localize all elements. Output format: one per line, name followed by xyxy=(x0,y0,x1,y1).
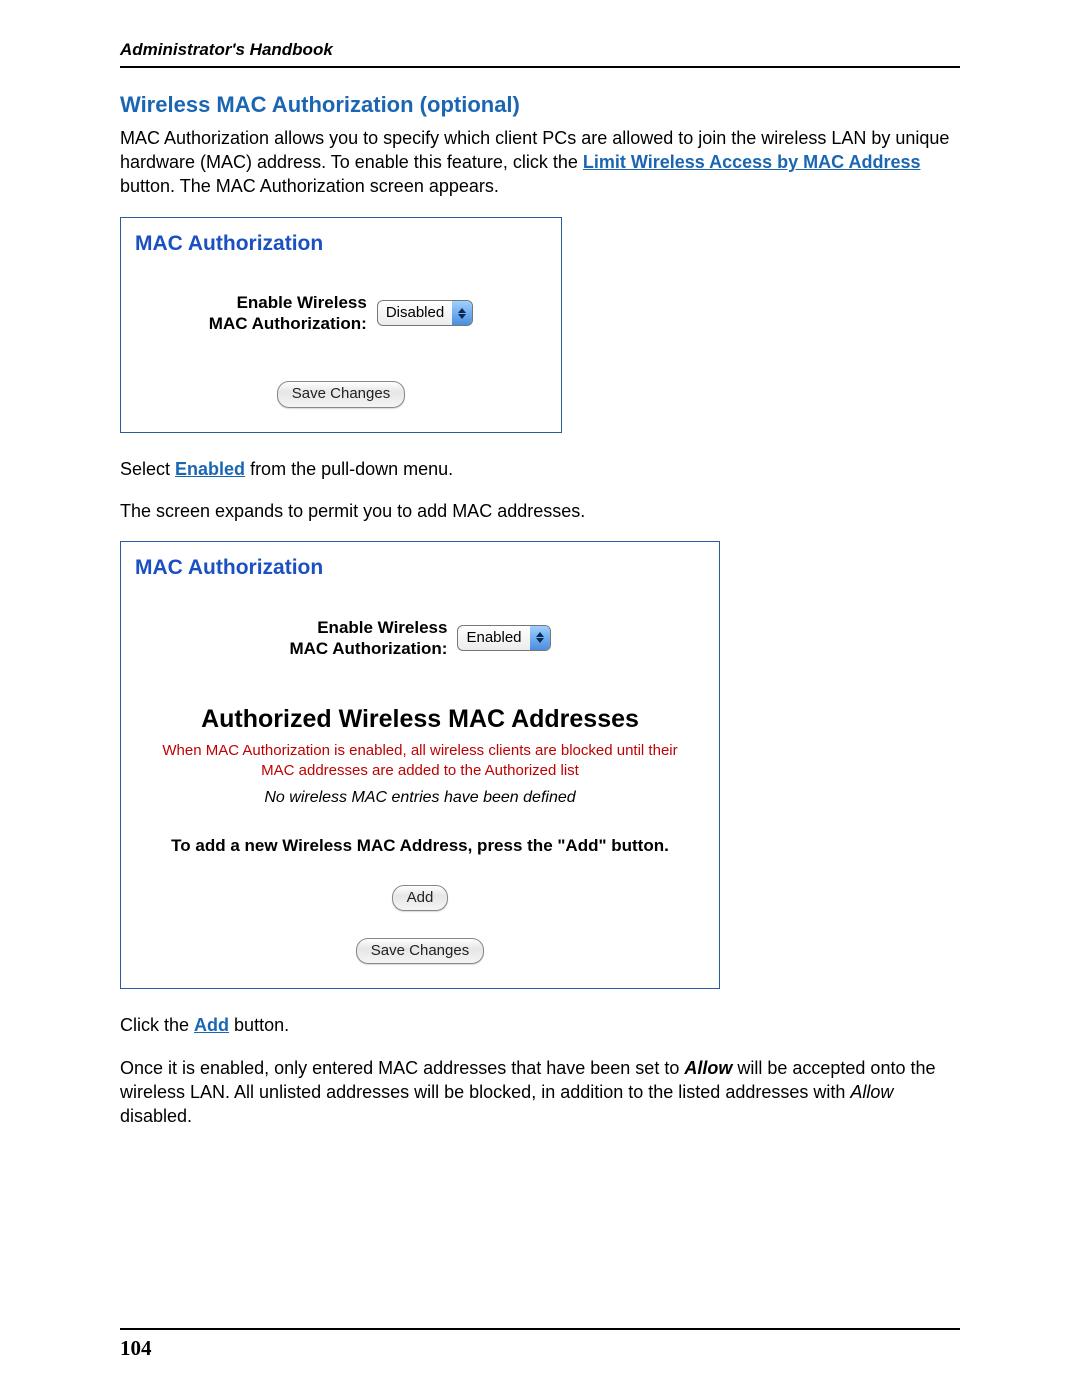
select-text-after: from the pull-down menu. xyxy=(250,459,453,479)
enable-mac-label-line1: Enable Wireless xyxy=(317,618,447,637)
page-number: 104 xyxy=(120,1336,960,1361)
dropdown-arrow-icon xyxy=(452,301,472,325)
mac-auth-panel-disabled: MAC Authorization Enable Wireless MAC Au… xyxy=(120,217,562,433)
panel-title: MAC Authorization xyxy=(135,230,547,258)
enable-mac-label: Enable Wireless MAC Authorization: xyxy=(209,292,367,335)
dropdown-arrow-icon xyxy=(530,626,550,650)
click-text-after: button. xyxy=(234,1015,289,1035)
dropdown-value: Enabled xyxy=(458,626,529,650)
select-enabled-paragraph: Select Enabled from the pull-down menu. xyxy=(120,457,960,481)
book-title: Administrator's Handbook xyxy=(120,40,960,60)
allow-italic: Allow xyxy=(850,1082,893,1102)
panel-title: MAC Authorization xyxy=(135,554,705,582)
enable-mac-label-line1: Enable Wireless xyxy=(237,293,367,312)
final-paragraph: Once it is enabled, only entered MAC add… xyxy=(120,1056,960,1129)
save-changes-button[interactable]: Save Changes xyxy=(277,381,405,407)
enable-mac-label: Enable Wireless MAC Authorization: xyxy=(289,617,447,660)
add-link[interactable]: Add xyxy=(194,1015,229,1035)
enable-mac-row: Enable Wireless MAC Authorization: Enabl… xyxy=(135,617,705,660)
limit-wireless-link[interactable]: Limit Wireless Access by MAC Address xyxy=(583,152,921,172)
enable-mac-dropdown[interactable]: Enabled xyxy=(457,625,550,651)
final-text-3: disabled. xyxy=(120,1106,192,1126)
enable-mac-dropdown[interactable]: Disabled xyxy=(377,300,473,326)
click-add-paragraph: Click the Add button. xyxy=(120,1013,960,1037)
final-text-1: Once it is enabled, only entered MAC add… xyxy=(120,1058,684,1078)
intro-paragraph: MAC Authorization allows you to specify … xyxy=(120,126,960,199)
enable-mac-label-line2: MAC Authorization: xyxy=(209,314,367,333)
enable-mac-row: Enable Wireless MAC Authorization: Disab… xyxy=(135,292,547,335)
page-footer: 104 xyxy=(120,1328,960,1361)
mac-auth-panel-enabled: MAC Authorization Enable Wireless MAC Au… xyxy=(120,541,720,989)
allow-bold-italic: Allow xyxy=(684,1058,732,1078)
authorized-addresses-heading: Authorized Wireless MAC Addresses xyxy=(135,703,705,737)
no-entries-message: No wireless MAC entries have been define… xyxy=(135,787,705,809)
click-text-before: Click the xyxy=(120,1015,194,1035)
save-changes-button[interactable]: Save Changes xyxy=(356,938,484,964)
enabled-link[interactable]: Enabled xyxy=(175,459,245,479)
enable-mac-label-line2: MAC Authorization: xyxy=(289,639,447,658)
intro-text-after: button. The MAC Authorization screen app… xyxy=(120,176,499,196)
footer-divider xyxy=(120,1328,960,1330)
section-heading: Wireless MAC Authorization (optional) xyxy=(120,90,960,120)
dropdown-value: Disabled xyxy=(378,301,452,325)
mac-auth-warning: When MAC Authorization is enabled, all w… xyxy=(147,741,693,782)
screen-expands-text: The screen expands to permit you to add … xyxy=(120,499,960,523)
add-button[interactable]: Add xyxy=(392,885,449,911)
add-instruction-text: To add a new Wireless MAC Address, press… xyxy=(135,835,705,858)
select-text-before: Select xyxy=(120,459,175,479)
